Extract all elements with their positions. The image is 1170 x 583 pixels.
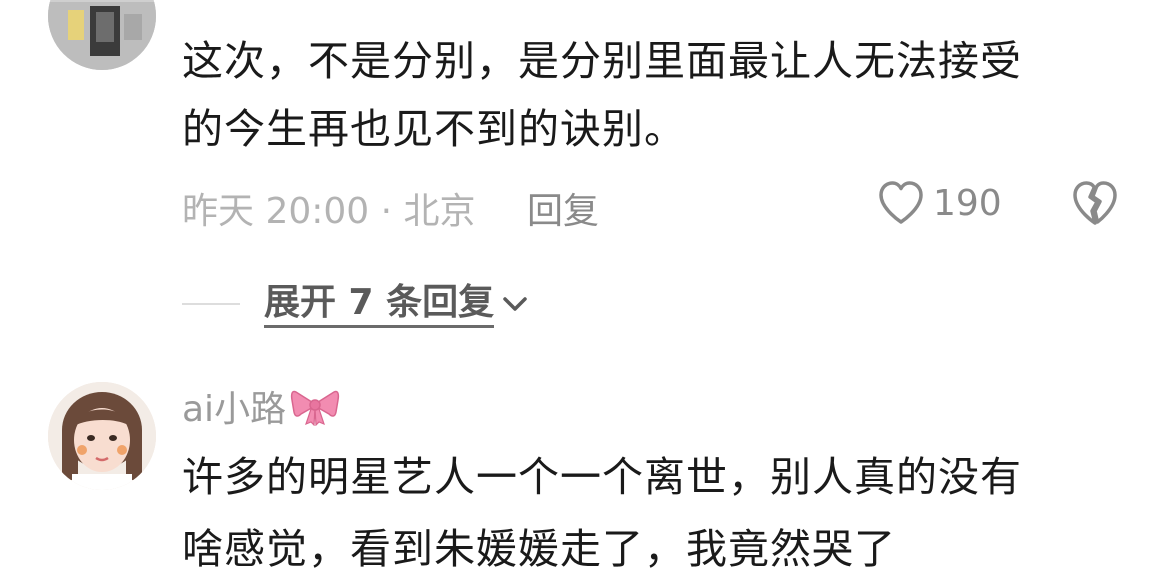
- heart-outline-icon: [879, 181, 923, 224]
- divider: [182, 303, 240, 305]
- avatar-image: [48, 0, 156, 70]
- comment-text-line: 许多的明星艺人一个一个离世，别人真的没有: [182, 453, 1022, 501]
- comment-text-line: 啥感觉，看到朱媛媛走了，我竟然哭了: [182, 525, 896, 573]
- comment-text-line: 的今生再也见不到的诀别。: [182, 105, 686, 153]
- username-row: ai小路: [182, 380, 340, 432]
- expand-replies-label: 展开 7 条回复: [264, 281, 495, 328]
- chevron-down-icon: [503, 297, 527, 311]
- like-button[interactable]: 190: [877, 178, 1002, 228]
- avatar[interactable]: [48, 0, 156, 70]
- comment-time-location: 昨天 20:00 · 北京: [182, 191, 476, 232]
- comment-feed: 这次，不是分别，是分别里面最让人无法接受 的今生再也见不到的诀别。 昨天 20:…: [0, 0, 1170, 583]
- username[interactable]: ai小路: [182, 380, 286, 432]
- dislike-button[interactable]: [1070, 178, 1120, 228]
- reply-button[interactable]: 回复: [527, 182, 599, 234]
- avatar-image: [48, 382, 156, 490]
- expand-replies-row: 展开 7 条回复: [182, 276, 532, 332]
- pink-bow-icon: [290, 390, 340, 426]
- avatar[interactable]: [48, 382, 156, 490]
- comment-meta: 昨天 20:00 · 北京 回复 190: [182, 176, 1142, 232]
- comment-text-line: 这次，不是分别，是分别里面最让人无法接受: [182, 37, 1022, 85]
- expand-replies-button[interactable]: 展开 7 条回复: [264, 281, 532, 328]
- like-count: 190: [933, 182, 1002, 224]
- broken-heart-icon: [1073, 181, 1117, 225]
